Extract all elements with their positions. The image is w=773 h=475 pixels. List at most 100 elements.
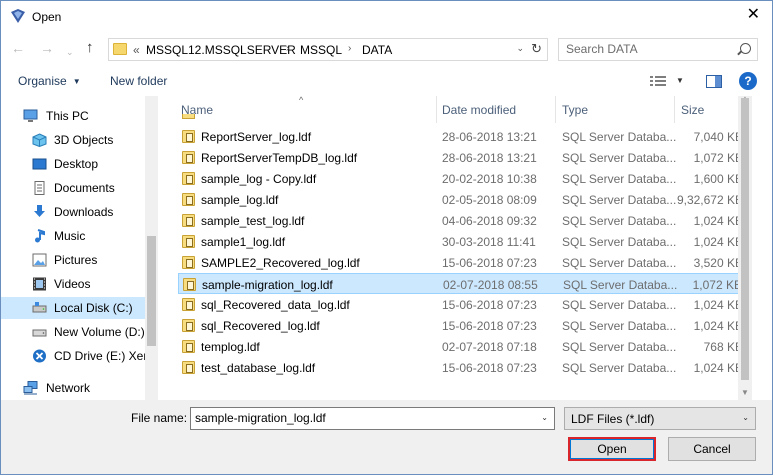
file-type: SQL Server Databa... [562, 193, 677, 207]
nav-item-desktop[interactable]: Desktop [1, 153, 145, 175]
pictures-icon [32, 253, 47, 267]
address-bar[interactable]: « MSSQL12.MSSQLSERVER › MSSQL › DATA ⌄ ↻ [108, 38, 548, 61]
new-folder-button[interactable]: New folder [110, 74, 167, 88]
file-size: 1,024 KB [693, 298, 743, 312]
file-list-scroll-thumb[interactable] [741, 98, 749, 380]
preview-pane-icon[interactable] [706, 75, 722, 88]
chevron-down-icon[interactable]: ⌄ [742, 413, 749, 422]
file-name-input[interactable] [195, 411, 535, 425]
file-size: 1,600 KB [693, 172, 743, 186]
breadcrumb-separator-icon[interactable]: › [348, 43, 351, 54]
file-date: 30-03-2018 11:41 [442, 235, 536, 249]
view-details-icon[interactable] [650, 76, 666, 87]
nav-item-3d-objects[interactable]: 3D Objects [1, 129, 145, 151]
table-row[interactable]: sample1_log.ldf 30-03-2018 11:41 SQL Ser… [178, 231, 751, 252]
nav-item-label: Local Disk (C:) [54, 301, 133, 315]
table-row[interactable]: sample_test_log.ldf 04-06-2018 09:32 SQL… [178, 210, 751, 231]
file-name-combobox[interactable]: ⌄ [190, 407, 555, 430]
file-date: 15-06-2018 07:23 [442, 298, 537, 312]
nav-item-local-disk-c[interactable]: Local Disk (C:) [1, 297, 145, 319]
file-list-scrollbar[interactable]: ▲ ▼ [738, 96, 752, 400]
forward-arrow-icon[interactable]: → [40, 40, 54, 56]
navpane-scrollbar[interactable] [145, 96, 158, 400]
scroll-down-arrow-icon[interactable]: ▼ [741, 388, 749, 397]
file-name: sample_log - Copy.ldf [201, 172, 317, 186]
table-row-selected[interactable]: sample-migration_log.ldf 02-07-2018 08:5… [178, 273, 751, 294]
nav-item-downloads[interactable]: Downloads [1, 201, 145, 223]
breadcrumb-mssql12[interactable]: MSSQL12.MSSQLSERVER [146, 43, 296, 57]
navigation-bar: ← → ⌄ ↑ « MSSQL12.MSSQLSERVER › MSSQL › … [0, 31, 773, 67]
table-row[interactable]: sql_Recovered_data_log.ldf 15-06-2018 07… [178, 294, 751, 315]
file-icon [182, 114, 195, 119]
desktop-icon [32, 158, 47, 170]
file-name: sample1_log.ldf [201, 235, 286, 249]
organise-button[interactable]: Organise ▼ [18, 74, 81, 88]
nav-item-videos[interactable]: Videos [1, 273, 145, 295]
column-header-row: ^ Name Date modified Type Size [170, 96, 752, 123]
search-box[interactable] [558, 38, 758, 61]
up-arrow-icon[interactable]: ↑ [86, 40, 94, 56]
nav-item-pictures[interactable]: Pictures [1, 249, 145, 271]
column-header-type[interactable]: Type [562, 103, 588, 117]
computer-icon [23, 109, 38, 122]
cd-drive-icon [33, 349, 46, 363]
table-row[interactable]: test_database_log.ldf 15-06-2018 07:23 S… [178, 357, 751, 378]
file-type: SQL Server Databa... [562, 235, 677, 249]
cancel-button[interactable]: Cancel [668, 437, 756, 461]
search-input[interactable] [566, 42, 731, 56]
column-header-date-modified[interactable]: Date modified [442, 103, 516, 117]
back-arrow-icon[interactable]: ← [11, 40, 25, 56]
sort-ascending-icon: ^ [299, 96, 304, 105]
table-row[interactable]: SAMPLE2_Recovered_log.ldf 15-06-2018 07:… [178, 252, 751, 273]
open-button[interactable]: Open [568, 437, 656, 461]
file-date: 02-07-2018 07:18 [442, 340, 537, 354]
nav-item-music[interactable]: Music [1, 225, 145, 247]
breadcrumb-data[interactable]: DATA [362, 43, 392, 57]
file-name: test_database_log.ldf [201, 361, 316, 375]
download-icon [34, 205, 45, 217]
breadcrumb-mssql[interactable]: MSSQL [300, 43, 342, 57]
table-row[interactable]: templog.ldf 02-07-2018 07:18 SQL Server … [178, 336, 751, 357]
search-icon[interactable] [740, 43, 751, 54]
drive-icon [32, 329, 47, 337]
recent-locations-chevron-icon[interactable]: ⌄ [66, 44, 74, 60]
file-date: 02-05-2018 08:09 [442, 193, 537, 207]
column-header-size[interactable]: Size [681, 103, 704, 117]
table-row[interactable]: ReportServer_log.ldf 28-06-2018 13:21 SQ… [178, 126, 751, 147]
title-bar: Open ✕ [0, 0, 773, 31]
breadcrumb-overflow[interactable]: « [133, 43, 140, 57]
file-list: ^ Name Date modified Type Size ReportSer… [170, 96, 752, 400]
nav-item-network[interactable]: Network [1, 377, 145, 399]
file-size: 1,024 KB [693, 319, 743, 333]
help-icon[interactable]: ? [739, 72, 757, 90]
breadcrumb-separator-icon[interactable]: › [286, 43, 289, 54]
database-file-icon [183, 278, 196, 291]
file-date: 28-06-2018 13:21 [442, 151, 537, 165]
nav-item-new-volume-d[interactable]: New Volume (D:) [1, 321, 145, 343]
view-options-dropdown-icon[interactable]: ▼ [676, 76, 684, 85]
file-type: SQL Server Databa... [562, 151, 677, 165]
file-name: SAMPLE2_Recovered_log.ldf [201, 256, 360, 270]
navpane-scroll-thumb[interactable] [147, 236, 156, 346]
nav-item-label: Pictures [54, 253, 98, 267]
file-date: 20-02-2018 10:38 [442, 172, 537, 186]
nav-item-cd-drive-e[interactable]: CD Drive (E:) Xen [1, 345, 150, 367]
table-row[interactable]: sql_Recovered_log.ldf 15-06-2018 07:23 S… [178, 315, 751, 336]
table-row[interactable]: ReportServerTempDB_log.ldf 28-06-2018 13… [178, 147, 751, 168]
nav-item-documents[interactable]: Documents [1, 177, 145, 199]
file-name: sample-migration_log.ldf [202, 278, 333, 292]
database-file-icon [182, 235, 195, 248]
database-file-icon [182, 193, 195, 206]
file-name-label: File name: [131, 411, 188, 425]
nav-item-this-pc[interactable]: This PC [1, 105, 145, 127]
refresh-icon[interactable]: ↻ [531, 41, 542, 57]
address-dropdown-icon[interactable]: ⌄ [516, 43, 524, 54]
file-name-dropdown-icon[interactable]: ⌄ [541, 413, 548, 422]
videos-icon [33, 277, 46, 291]
file-type-filter-select[interactable]: LDF Files (*.ldf) ⌄ [564, 407, 756, 430]
table-row[interactable]: sample_log - Copy.ldf 20-02-2018 10:38 S… [178, 168, 751, 189]
command-bar: Organise ▼ New folder ▼ ? [0, 67, 773, 95]
table-row[interactable]: sample_log.ldf 02-05-2018 08:09 SQL Serv… [178, 189, 751, 210]
file-size: 1,072 KB [692, 278, 742, 292]
close-icon[interactable]: ✕ [747, 7, 760, 23]
